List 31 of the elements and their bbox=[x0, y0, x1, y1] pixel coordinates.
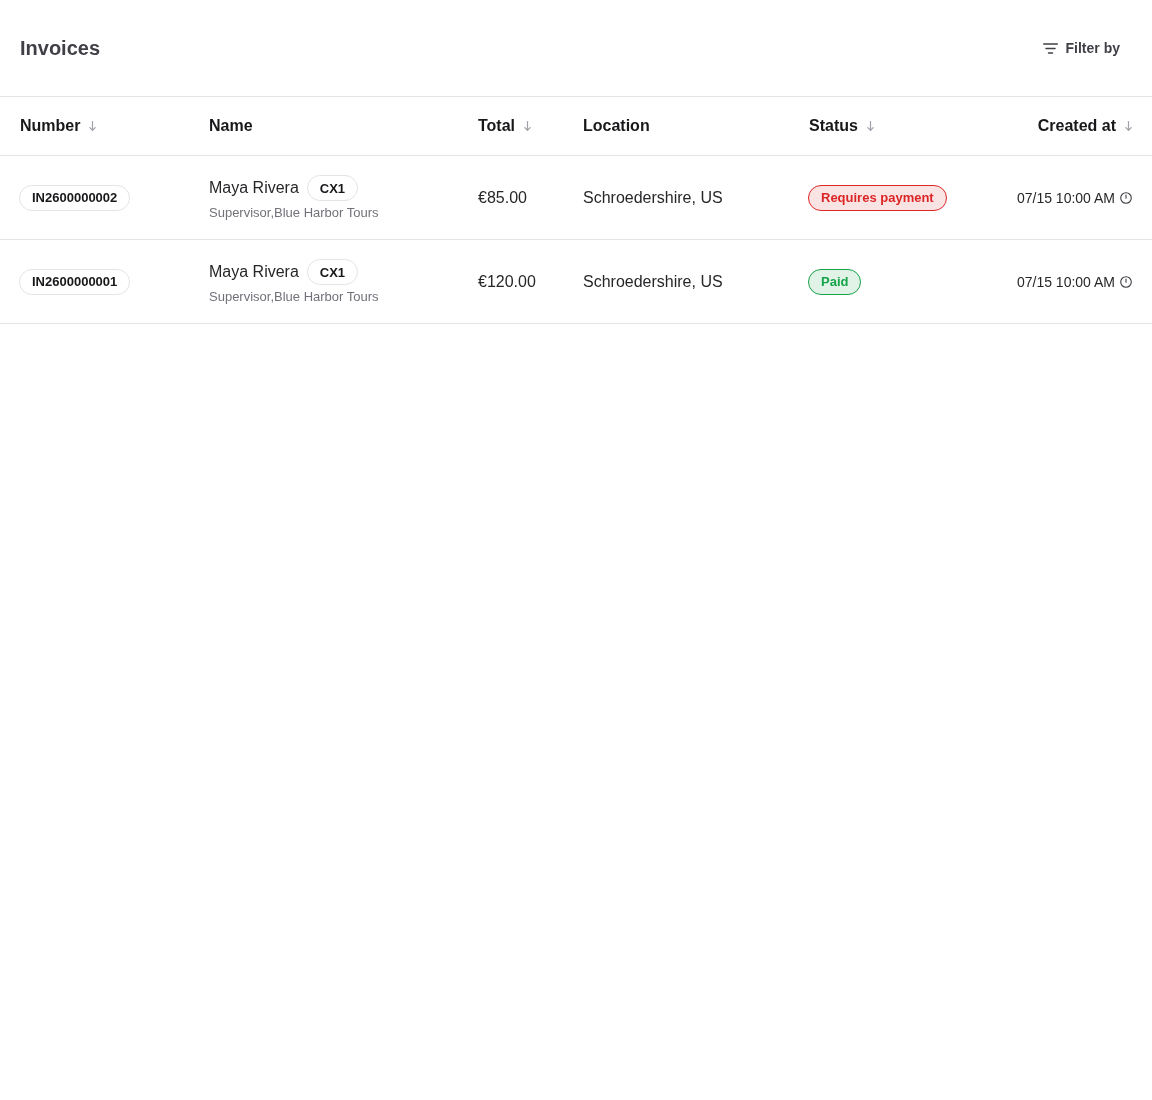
column-header[interactable]: Total bbox=[478, 117, 532, 135]
customer-name: Maya Rivera bbox=[209, 263, 299, 281]
filter-icon bbox=[1042, 42, 1058, 54]
status-badge: Paid bbox=[808, 268, 862, 295]
clock-icon bbox=[1120, 275, 1132, 288]
created-date: 07/15 10:00 AM bbox=[1016, 273, 1115, 290]
invoice-number: IN2600000001 bbox=[19, 268, 131, 295]
column-header: Name bbox=[209, 117, 253, 135]
created-date: 07/15 10:00 AM bbox=[1016, 189, 1115, 206]
invoice-location: Schroedershire, US bbox=[583, 272, 723, 291]
filter-button[interactable]: Filter by bbox=[1030, 34, 1132, 62]
column-header[interactable]: Number bbox=[20, 117, 97, 135]
invoice-total: €120.00 bbox=[478, 272, 536, 291]
sort-arrow-icon bbox=[89, 121, 97, 131]
clock-icon bbox=[1120, 191, 1132, 204]
customer-tag: CX1 bbox=[306, 259, 359, 285]
customer-role: Supervisor,Blue Harbor Tours bbox=[209, 205, 379, 220]
sort-arrow-icon bbox=[866, 121, 874, 131]
column-header[interactable]: Status bbox=[809, 117, 874, 135]
invoice-total: €85.00 bbox=[478, 188, 527, 207]
sort-arrow-icon bbox=[524, 121, 532, 131]
column-header[interactable]: Created at bbox=[1037, 117, 1132, 135]
sort-arrow-icon bbox=[1125, 121, 1132, 131]
column-header: Location bbox=[583, 117, 650, 135]
customer-role: Supervisor,Blue Harbor Tours bbox=[209, 289, 379, 304]
invoice-location: Schroedershire, US bbox=[583, 188, 723, 207]
customer-tag: CX1 bbox=[306, 175, 359, 201]
invoice-number: IN2600000002 bbox=[19, 184, 131, 211]
status-badge: Requires payment bbox=[808, 184, 947, 211]
page-title: Invoices bbox=[20, 36, 101, 60]
customer-name: Maya Rivera bbox=[209, 179, 299, 197]
